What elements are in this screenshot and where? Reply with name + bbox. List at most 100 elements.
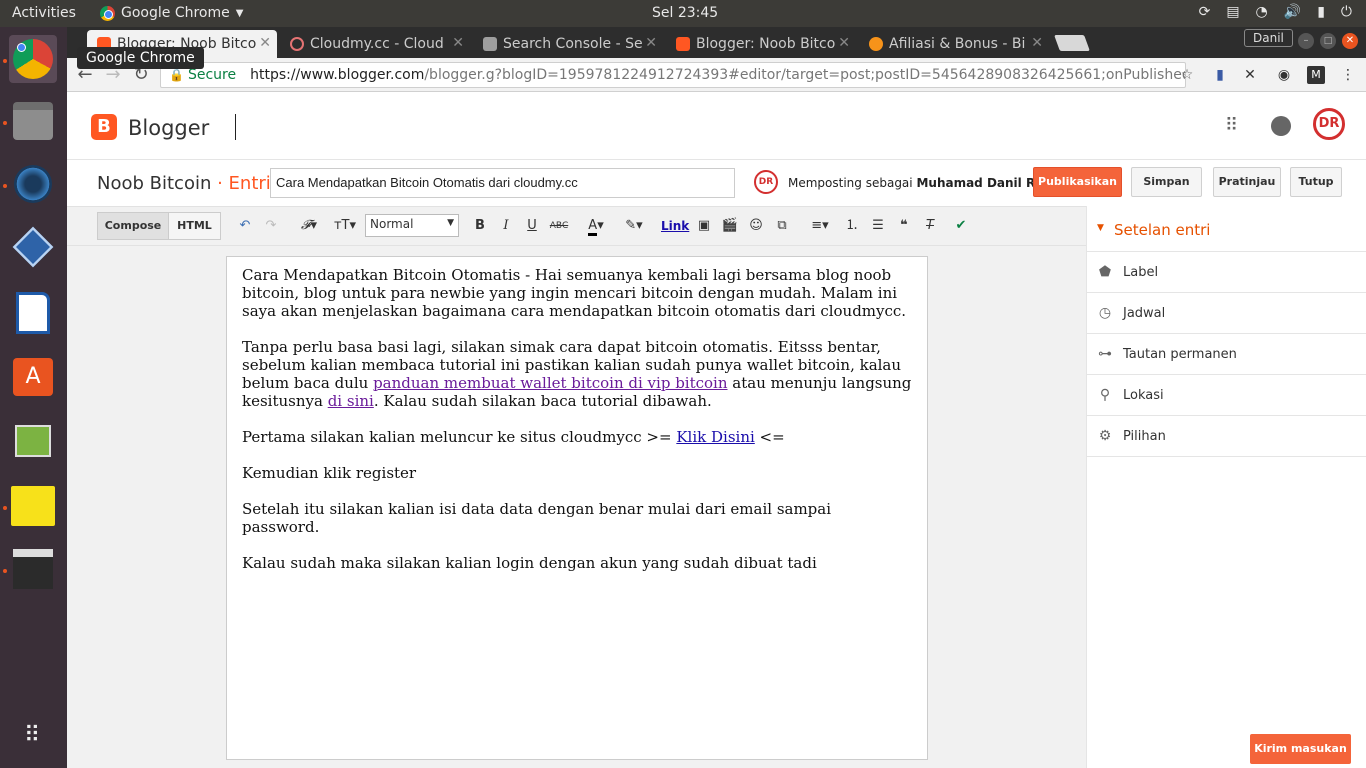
- font-family-icon[interactable]: 𝓕▾: [295, 217, 323, 235]
- activities-button[interactable]: Activities: [12, 5, 76, 21]
- cloud-favicon-icon: [290, 37, 304, 51]
- files-launcher[interactable]: [9, 97, 57, 145]
- close-icon[interactable]: ✕: [1031, 35, 1043, 51]
- profile-button[interactable]: Danil: [1244, 29, 1293, 47]
- sidebar-header[interactable]: ▼ Setelan entri: [1087, 206, 1366, 252]
- redo-icon[interactable]: ↷: [262, 217, 280, 235]
- m-extension-icon[interactable]: M: [1307, 66, 1325, 84]
- remove-formatting-icon[interactable]: T: [921, 217, 939, 235]
- close-button[interactable]: Tutup: [1290, 167, 1342, 197]
- address-bar[interactable]: 🔒 Secure https://www.blogger.com/blogger…: [160, 62, 1186, 88]
- blogger-logo-icon[interactable]: B: [91, 114, 117, 140]
- close-icon[interactable]: ✕: [259, 35, 271, 51]
- underline-icon[interactable]: U: [524, 217, 540, 235]
- text-color-icon[interactable]: A▾: [581, 217, 611, 236]
- software-center-launcher[interactable]: A: [9, 353, 57, 401]
- bookmark-star-icon[interactable]: ☆: [1178, 66, 1196, 84]
- minimize-icon[interactable]: –: [1298, 33, 1314, 49]
- avatar[interactable]: DR: [1313, 108, 1345, 140]
- apps-grid-icon[interactable]: ⠿: [1225, 115, 1238, 136]
- align-icon[interactable]: ≡▾: [805, 217, 835, 235]
- clock[interactable]: Sel 23:45: [652, 5, 718, 21]
- paragraph-text: <=: [754, 428, 785, 446]
- bulleted-list-icon[interactable]: ☰: [869, 217, 887, 235]
- wallet-guide-link[interactable]: panduan membuat wallet bitcoin di vip bi…: [373, 374, 727, 392]
- wifi-icon[interactable]: ◔: [1256, 4, 1268, 20]
- volume-icon[interactable]: 🔊: [1284, 4, 1301, 20]
- checklist-icon: [11, 486, 55, 526]
- shopping-bag-icon: A: [13, 358, 53, 396]
- battery-icon[interactable]: ▮: [1317, 4, 1325, 20]
- close-icon[interactable]: ✕: [838, 35, 850, 51]
- sidebar-item-location[interactable]: ⚲ Lokasi: [1087, 375, 1366, 416]
- quote-icon[interactable]: ❝: [895, 217, 913, 235]
- emoji-icon[interactable]: ☺: [747, 217, 765, 235]
- video-editor-launcher[interactable]: [9, 545, 57, 593]
- send-feedback-button[interactable]: Kirim masukan: [1250, 734, 1351, 764]
- notifications-bell-icon[interactable]: [1271, 116, 1291, 136]
- chrome-menu-icon[interactable]: ⋮: [1339, 66, 1357, 84]
- keyboard-icon[interactable]: ▤: [1226, 4, 1239, 20]
- sidebar-item-label[interactable]: ⬟ Label: [1087, 252, 1366, 293]
- close-icon[interactable]: ✕: [645, 35, 657, 51]
- x-extension-icon[interactable]: ✕: [1241, 66, 1259, 84]
- undo-icon[interactable]: ↶: [236, 217, 254, 235]
- format-select[interactable]: Normal ▼: [365, 214, 459, 237]
- numbered-list-icon[interactable]: ⒈: [843, 217, 861, 235]
- brand-name[interactable]: Blogger: [128, 116, 209, 140]
- gear-icon: ⚙: [1098, 428, 1112, 444]
- highlight-color-icon[interactable]: ✎▾: [619, 217, 649, 235]
- here-link[interactable]: di sini: [328, 392, 374, 410]
- insert-image-icon[interactable]: ▣: [695, 217, 713, 235]
- compose-button[interactable]: Compose: [97, 212, 169, 240]
- preview-button[interactable]: Pratinjau: [1213, 167, 1281, 197]
- tab-cloudmy[interactable]: Cloudmy.cc - Cloud ✕: [280, 30, 470, 58]
- system-tray[interactable]: ⟳ ▤ ◔ 🔊 ▮ ⏻: [1199, 4, 1352, 20]
- chrome-launcher[interactable]: [9, 35, 57, 83]
- color-wheel-extension-icon[interactable]: ◉: [1275, 66, 1293, 84]
- click-here-link[interactable]: Klik Disini: [676, 428, 754, 446]
- tab-blogger[interactable]: Blogger: Noob Bitcoin ✕: [666, 30, 856, 58]
- virtualbox-launcher[interactable]: [9, 223, 57, 271]
- format-value: Normal: [370, 217, 414, 231]
- tab-afiliasi[interactable]: Afiliasi & Bonus - Bi ✕: [859, 30, 1049, 58]
- sidebar-item-text: Label: [1123, 264, 1159, 280]
- sidebar-item-options[interactable]: ⚙ Pilihan: [1087, 416, 1366, 457]
- post-settings-sidebar: ▼ Setelan entri ⬟ Label ◷ Jadwal ⊶ Tauta…: [1086, 206, 1366, 768]
- bookmark-extension-icon[interactable]: ▮: [1211, 66, 1229, 84]
- shutter-launcher[interactable]: [9, 160, 57, 208]
- close-icon[interactable]: ✕: [452, 35, 464, 51]
- sync-icon[interactable]: ⟳: [1199, 4, 1211, 20]
- chevron-down-icon: ▼: [235, 7, 244, 19]
- post-body-editor[interactable]: Cara Mendapatkan Bitcoin Otomatis - Hai …: [226, 256, 928, 760]
- show-apps-icon[interactable]: ⠿: [9, 711, 57, 759]
- clapperboard-icon: [13, 549, 53, 589]
- new-tab-button[interactable]: [1054, 35, 1090, 51]
- close-window-icon[interactable]: ✕: [1342, 33, 1358, 49]
- italic-icon[interactable]: I: [498, 217, 514, 235]
- maximize-icon[interactable]: □: [1320, 33, 1336, 49]
- font-size-icon[interactable]: тT▾: [331, 217, 359, 235]
- link-icon: ⊶: [1098, 346, 1112, 362]
- strikethrough-icon[interactable]: ABC: [549, 217, 569, 235]
- html-button[interactable]: HTML: [168, 212, 221, 240]
- lock-icon: 🔒: [169, 68, 184, 82]
- blog-name[interactable]: Noob Bitcoin: [97, 173, 211, 194]
- tab-search-console[interactable]: Search Console - Se ✕: [473, 30, 663, 58]
- app-menu[interactable]: Google Chrome ▼: [100, 5, 243, 21]
- image-viewer-launcher[interactable]: [9, 417, 57, 465]
- save-button[interactable]: Simpan: [1131, 167, 1202, 197]
- jump-break-icon[interactable]: ⧉: [773, 217, 791, 235]
- insert-video-icon[interactable]: 🎬: [721, 217, 739, 235]
- sidebar-item-schedule[interactable]: ◷ Jadwal: [1087, 293, 1366, 334]
- spellcheck-icon[interactable]: ✔: [952, 217, 970, 235]
- tasks-launcher[interactable]: [9, 482, 57, 530]
- power-icon[interactable]: ⏻: [1341, 4, 1352, 20]
- link-button[interactable]: Link: [661, 217, 689, 235]
- writer-launcher[interactable]: [9, 289, 57, 337]
- blog-breadcrumb: Noob Bitcoin · Entri: [97, 173, 271, 194]
- sidebar-item-permalink[interactable]: ⊶ Tautan permanen: [1087, 334, 1366, 375]
- post-title-input[interactable]: Cara Mendapatkan Bitcoin Otomatis dari c…: [270, 168, 735, 198]
- bold-icon[interactable]: B: [472, 217, 488, 235]
- publish-button[interactable]: Publikasikan: [1033, 167, 1122, 197]
